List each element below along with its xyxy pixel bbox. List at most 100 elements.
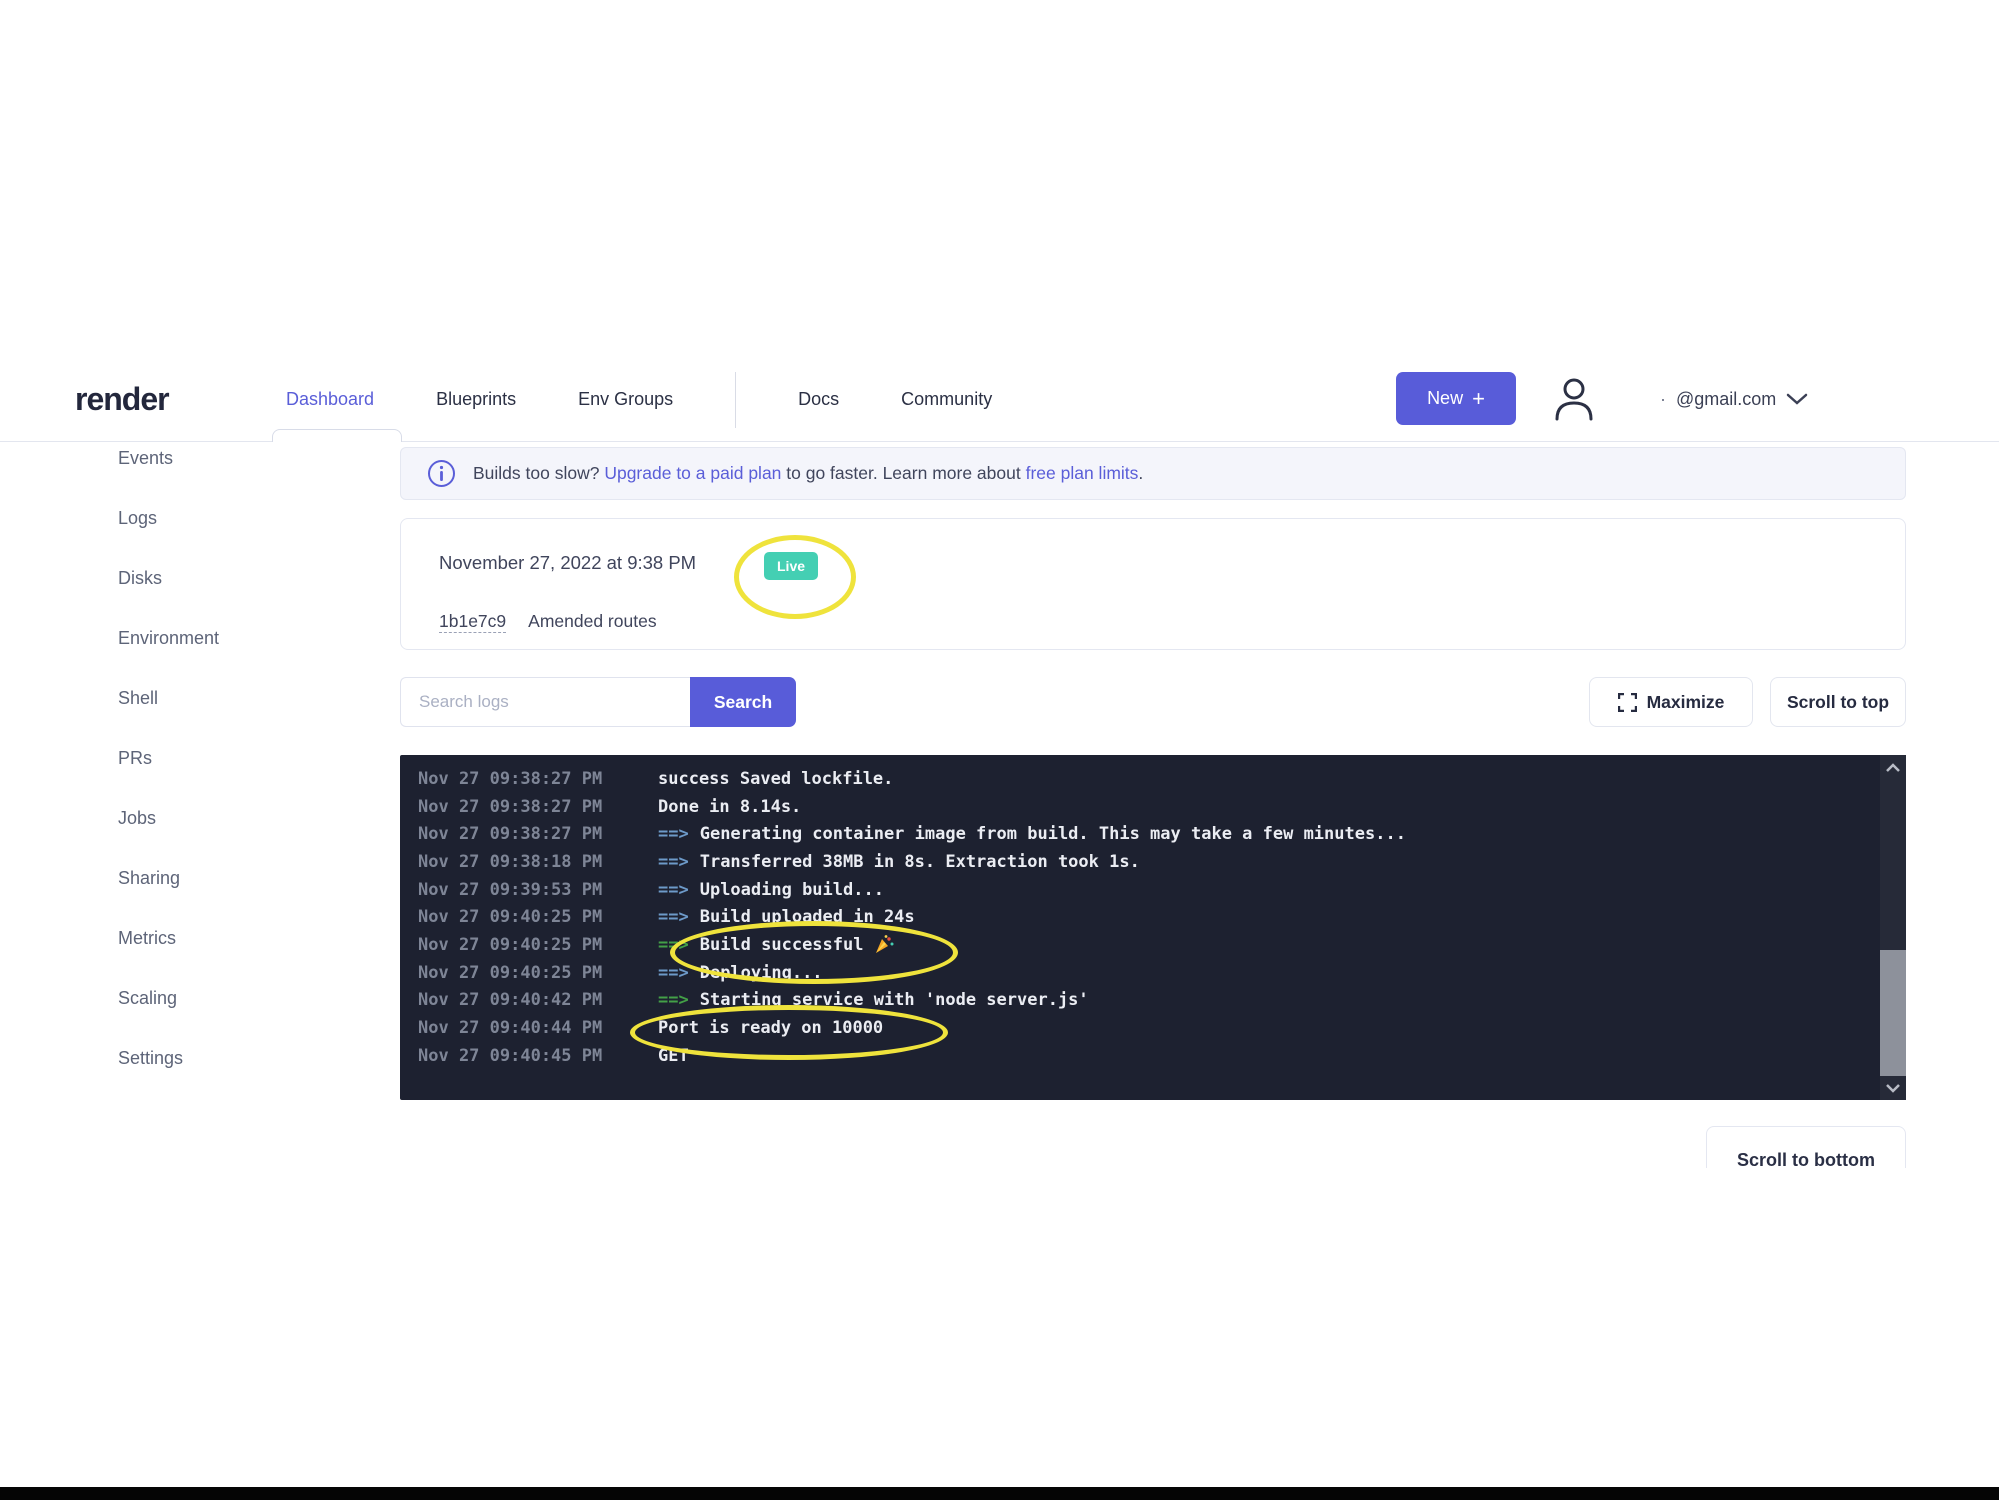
log-line-build-successful: Nov 27 09:40:25 PM==> Build successful — [418, 931, 1862, 959]
log-message: Done in 8.14s. — [658, 797, 801, 817]
log-arrow: ==> — [658, 963, 689, 983]
sidebar-item-scaling[interactable]: Scaling — [118, 987, 219, 1009]
nav-divider — [735, 372, 736, 428]
log-timestamp: Nov 27 09:40:25 PM — [418, 935, 658, 955]
account-email: @gmail.com — [1676, 389, 1776, 410]
nav-link-env-groups[interactable]: Env Groups — [578, 389, 673, 410]
log-terminal: Nov 27 09:38:27 PMsuccess Saved lockfile… — [400, 755, 1906, 1100]
maximize-icon — [1618, 693, 1637, 712]
nav-link-dashboard[interactable]: Dashboard — [286, 389, 374, 410]
log-line: Nov 27 09:40:25 PM==> Build uploaded in 2… — [418, 903, 1862, 931]
log-line-port-ready: Nov 27 09:40:44 PMPort is ready on 10000 — [418, 1014, 1862, 1042]
log-toolbar-right: Maximize Scroll to top — [1589, 677, 1906, 727]
log-arrow: ==> — [658, 852, 689, 872]
sidebar-item-disks[interactable]: Disks — [118, 567, 219, 589]
nav-link-community[interactable]: Community — [901, 389, 992, 410]
terminal-scrollbar — [1880, 755, 1906, 1100]
log-timestamp: Nov 27 09:38:18 PM — [418, 852, 658, 872]
log-message: Uploading build... — [700, 880, 884, 900]
log-arrow: ==> — [658, 935, 689, 955]
log-timestamp: Nov 27 09:40:25 PM — [418, 963, 658, 983]
deploy-date: November 27, 2022 at 9:38 PM — [439, 552, 696, 574]
sidebar-item-metrics[interactable]: Metrics — [118, 927, 219, 949]
log-message: Generating container image from build. T… — [700, 824, 1406, 844]
banner-text-3: . — [1138, 463, 1143, 483]
sidebar-item-shell[interactable]: Shell — [118, 687, 219, 709]
info-icon — [427, 459, 456, 488]
log-arrow: ==> — [658, 990, 689, 1010]
scrollbar-thumb[interactable] — [1880, 950, 1906, 1076]
plus-icon: + — [1472, 388, 1485, 410]
account-prefix: · — [1660, 389, 1666, 410]
scroll-to-top-label: Scroll to top — [1787, 692, 1889, 713]
log-message: Starting service with 'node server.js' — [700, 990, 1089, 1010]
upgrade-plan-link[interactable]: Upgrade to a paid plan — [604, 463, 781, 483]
bottom-black-bar — [0, 1487, 1999, 1500]
chevron-down-icon — [1786, 393, 1808, 406]
scroll-to-top-button[interactable]: Scroll to top — [1770, 677, 1906, 727]
banner-text-2: to go faster. Learn more about — [781, 463, 1025, 483]
log-message: Transferred 38MB in 8s. Extraction took … — [700, 852, 1140, 872]
sidebar-item-settings[interactable]: Settings — [118, 1047, 219, 1069]
log-line: Nov 27 09:40:45 PMGET — [418, 1042, 1862, 1070]
nav-link-docs[interactable]: Docs — [798, 389, 839, 410]
render-dashboard-page: render Dashboard Blueprints Env Groups D… — [0, 0, 1999, 1500]
sidebar-item-environment[interactable]: Environment — [118, 627, 219, 649]
live-status-badge: Live — [764, 552, 818, 580]
log-line: Nov 27 09:40:25 PM==> Deploying... — [418, 959, 1862, 987]
sidebar-item-logs[interactable]: Logs — [118, 507, 219, 529]
new-button-label: New — [1427, 388, 1463, 409]
commit-message: Amended routes — [528, 611, 656, 633]
log-line: Nov 27 09:39:53 PM==> Uploading build... — [418, 876, 1862, 904]
active-tab-indicator — [272, 429, 402, 442]
top-navbar: render Dashboard Blueprints Env Groups D… — [0, 358, 1999, 442]
upgrade-banner: Builds too slow? Upgrade to a paid plan … — [400, 447, 1906, 500]
log-timestamp: Nov 27 09:40:44 PM — [418, 1018, 658, 1038]
log-lines: Nov 27 09:38:27 PMsuccess Saved lockfile… — [418, 765, 1862, 1070]
log-message: Port is ready on 10000 — [658, 1018, 883, 1038]
banner-text: Builds too slow? Upgrade to a paid plan … — [473, 463, 1143, 484]
sidebar-item-sharing[interactable]: Sharing — [118, 867, 219, 889]
log-message: Deploying... — [700, 963, 823, 983]
log-arrow: ==> — [658, 907, 689, 927]
free-plan-limits-link[interactable]: free plan limits — [1026, 463, 1139, 483]
search-button[interactable]: Search — [690, 677, 796, 727]
log-line: Nov 27 09:40:42 PM==> Starting service wi… — [418, 987, 1862, 1015]
log-timestamp: Nov 27 09:39:53 PM — [418, 880, 658, 900]
log-message: GET — [658, 1046, 689, 1066]
sidebar-item-prs[interactable]: PRs — [118, 747, 219, 769]
service-sidebar: Events Logs Disks Environment Shell PRs … — [118, 447, 219, 1069]
log-message: Build uploaded in 24s — [700, 907, 915, 927]
log-line: Nov 27 09:38:18 PM==> Transferred 38MB in… — [418, 848, 1862, 876]
log-timestamp: Nov 27 09:40:45 PM — [418, 1046, 658, 1066]
commit-row: 1b1e7c9 Amended routes — [439, 611, 657, 633]
user-avatar-icon[interactable] — [1552, 377, 1596, 423]
scroll-to-bottom-button[interactable]: Scroll to bottom — [1706, 1126, 1906, 1168]
nav-link-blueprints[interactable]: Blueprints — [436, 389, 516, 410]
sidebar-item-events[interactable]: Events — [118, 447, 219, 469]
new-button[interactable]: New + — [1396, 372, 1516, 425]
log-arrow: ==> — [658, 824, 689, 844]
maximize-label: Maximize — [1647, 692, 1725, 713]
log-line: Nov 27 09:38:27 PM==> Generating containe… — [418, 820, 1862, 848]
log-message: Build successful — [700, 935, 864, 955]
account-menu[interactable]: · @gmail.com — [1660, 358, 1808, 441]
scrollbar-down-arrow[interactable] — [1880, 1078, 1906, 1098]
search-logs-input[interactable] — [400, 677, 690, 727]
log-message: success Saved lockfile. — [658, 769, 893, 789]
maximize-button[interactable]: Maximize — [1589, 677, 1753, 727]
banner-text-1: Builds too slow? — [473, 463, 604, 483]
render-logo[interactable]: render — [75, 358, 169, 441]
log-timestamp: Nov 27 09:38:27 PM — [418, 797, 658, 817]
log-line: Nov 27 09:38:27 PMsuccess Saved lockfile… — [418, 765, 1862, 793]
log-timestamp: Nov 27 09:40:42 PM — [418, 990, 658, 1010]
party-popper-emoji — [873, 934, 895, 956]
log-timestamp: Nov 27 09:40:25 PM — [418, 907, 658, 927]
sidebar-item-jobs[interactable]: Jobs — [118, 807, 219, 829]
scrollbar-up-arrow[interactable] — [1880, 757, 1906, 777]
deploy-card: November 27, 2022 at 9:38 PM Live 1b1e7c… — [400, 518, 1906, 650]
log-arrow: ==> — [658, 880, 689, 900]
log-timestamp: Nov 27 09:38:27 PM — [418, 824, 658, 844]
scroll-to-bottom-wrap: Scroll to bottom — [1706, 1126, 1908, 1168]
commit-hash-link[interactable]: 1b1e7c9 — [439, 611, 506, 633]
